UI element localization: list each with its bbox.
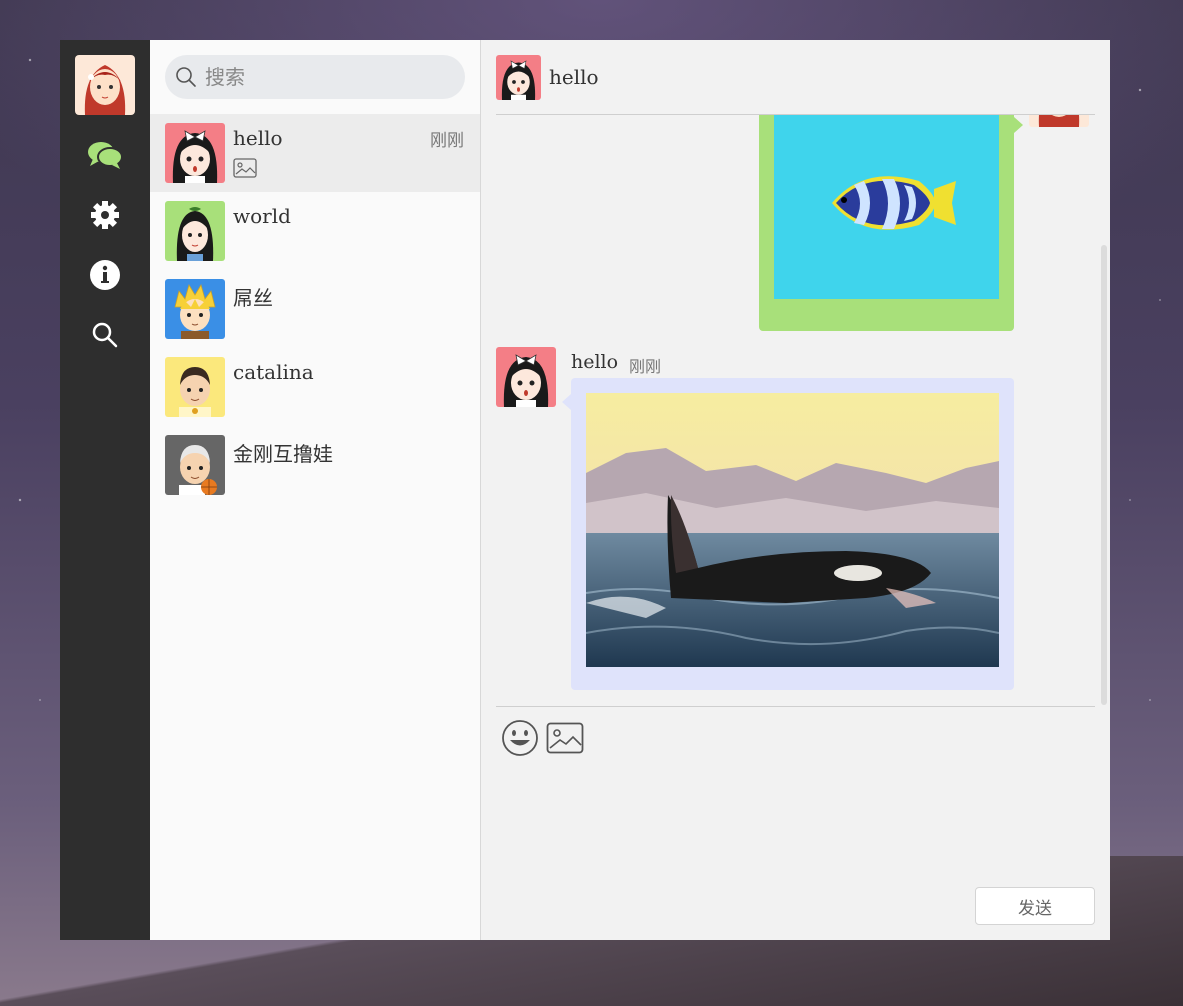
contact-name: 屌丝 (233, 286, 273, 310)
send-button[interactable]: 发送 (975, 887, 1095, 925)
contact-time: 刚刚 (430, 131, 464, 151)
message-scrollbar[interactable] (1101, 245, 1107, 705)
message-list: hello 刚刚 (496, 115, 1095, 705)
contact-list-panel: hello 刚刚 (150, 40, 481, 940)
chat-bubbles-icon (88, 142, 123, 169)
avatar (165, 357, 225, 417)
gear-icon (91, 201, 119, 229)
image-icon[interactable] (546, 719, 584, 758)
avatar (165, 123, 225, 183)
message-bubble-self (759, 115, 1023, 331)
contact-name: world (233, 204, 291, 228)
contact-item-world[interactable]: world (150, 192, 480, 270)
nav-chats[interactable] (85, 135, 125, 175)
nav-search[interactable] (85, 315, 125, 355)
info-icon (90, 260, 120, 290)
contact-name: 金刚互撸娃 (233, 442, 333, 466)
contact-name: hello (233, 126, 283, 150)
chat-header: hello (496, 40, 1095, 115)
contact-name: catalina (233, 360, 314, 384)
left-nav (60, 40, 150, 940)
message-image-fish[interactable] (774, 115, 999, 299)
chat-app-window: hello 刚刚 (60, 40, 1110, 940)
message-bubble-other (562, 378, 1014, 690)
avatar (496, 347, 556, 407)
smiley-icon[interactable] (501, 719, 539, 761)
avatar (1029, 115, 1089, 127)
search-box (165, 55, 465, 99)
chat-title: hello (549, 65, 599, 89)
my-avatar[interactable] (75, 55, 135, 115)
message-sender: hello (571, 351, 619, 373)
contact-item-diaosi[interactable]: 屌丝 (150, 270, 480, 348)
message-image-orca[interactable] (585, 393, 1000, 667)
chat-pane: hello hello 刚刚 发送 (481, 40, 1110, 940)
avatar (165, 279, 225, 339)
image-icon (233, 158, 257, 182)
input-toolbar (496, 706, 1095, 767)
contact-item-hello[interactable]: hello 刚刚 (150, 114, 480, 192)
nav-about[interactable] (85, 255, 125, 295)
message-time: 刚刚 (629, 357, 662, 376)
avatar (165, 435, 225, 495)
nav-settings[interactable] (85, 195, 125, 235)
contact-item-jingang[interactable]: 金刚互撸娃 (150, 426, 480, 504)
search-icon (92, 322, 118, 348)
search-icon (176, 67, 196, 87)
avatar (165, 201, 225, 261)
avatar (496, 54, 541, 100)
search-input[interactable] (203, 64, 447, 90)
contact-item-catalina[interactable]: catalina (150, 348, 480, 426)
